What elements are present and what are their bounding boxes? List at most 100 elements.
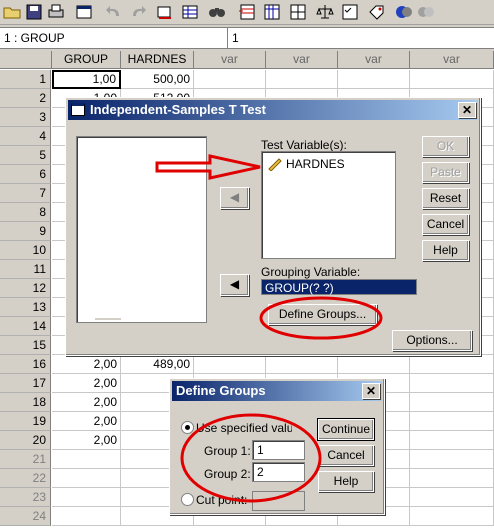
table-cell[interactable]: [410, 431, 494, 450]
grid-corner[interactable]: [0, 51, 52, 69]
table-cell[interactable]: [410, 393, 494, 412]
table-cell[interactable]: [410, 374, 494, 393]
move-grouping-variable-button[interactable]: ◀: [220, 274, 249, 296]
row-header[interactable]: 16: [0, 355, 51, 374]
paste-button[interactable]: Paste: [422, 162, 469, 183]
source-variable-list[interactable]: [76, 136, 207, 323]
row-header[interactable]: 15: [0, 336, 51, 355]
move-test-variable-button[interactable]: ◀: [220, 187, 249, 209]
column-header[interactable]: GROUP: [52, 51, 121, 69]
table-cell[interactable]: 489,00: [121, 355, 194, 374]
open-icon[interactable]: [2, 2, 22, 22]
group2-field[interactable]: 2: [252, 462, 305, 482]
table-cell[interactable]: [410, 507, 494, 526]
row-header[interactable]: 2: [0, 89, 51, 108]
insert-variable-icon[interactable]: [262, 2, 282, 22]
table-cell[interactable]: [266, 355, 338, 374]
row-header[interactable]: 24: [0, 507, 51, 526]
cancel-button[interactable]: Cancel: [422, 214, 469, 235]
table-cell[interactable]: [52, 469, 121, 488]
row-header[interactable]: 20: [0, 431, 51, 450]
select-cases-icon[interactable]: [340, 2, 360, 22]
row-header[interactable]: 8: [0, 203, 51, 222]
table-cell[interactable]: [410, 70, 494, 89]
row-header[interactable]: 23: [0, 488, 51, 507]
table-cell[interactable]: [410, 488, 494, 507]
row-header[interactable]: 17: [0, 374, 51, 393]
cancel-button[interactable]: Cancel: [318, 445, 374, 466]
row-header[interactable]: 3: [0, 108, 51, 127]
row-header[interactable]: 10: [0, 241, 51, 260]
row-header[interactable]: 21: [0, 450, 51, 469]
table-cell[interactable]: [338, 70, 410, 89]
table-cell[interactable]: [410, 412, 494, 431]
row-header[interactable]: 13: [0, 298, 51, 317]
undo-icon[interactable]: [104, 2, 124, 22]
table-cell[interactable]: 2,00: [52, 431, 121, 450]
cell-value-field[interactable]: 1: [232, 31, 239, 45]
group1-field[interactable]: 1: [252, 440, 305, 460]
help-button[interactable]: Help: [422, 240, 469, 261]
split-file-icon[interactable]: [288, 2, 308, 22]
table-cell[interactable]: [410, 450, 494, 469]
insert-cases-icon[interactable]: [237, 2, 257, 22]
table-cell[interactable]: [266, 70, 338, 89]
column-header[interactable]: HARDNES: [121, 51, 194, 69]
table-cell[interactable]: 2,00: [52, 412, 121, 431]
row-header[interactable]: 11: [0, 260, 51, 279]
row-header[interactable]: 4: [0, 127, 51, 146]
test-variable-item[interactable]: HARDNES: [268, 156, 345, 172]
test-variables-list[interactable]: HARDNES: [261, 151, 396, 259]
table-cell[interactable]: [194, 355, 266, 374]
row-header[interactable]: 9: [0, 222, 51, 241]
column-header[interactable]: var: [410, 51, 494, 69]
help-button[interactable]: Help: [318, 471, 374, 492]
cut-point-radio[interactable]: [181, 493, 194, 506]
table-cell[interactable]: [410, 355, 494, 374]
row-header[interactable]: 19: [0, 412, 51, 431]
row-header[interactable]: 18: [0, 393, 51, 412]
table-cell[interactable]: [338, 355, 410, 374]
table-cell[interactable]: 2,00: [52, 355, 121, 374]
column-header[interactable]: var: [194, 51, 266, 69]
row-header[interactable]: 1: [0, 70, 51, 89]
save-icon[interactable]: [24, 2, 44, 22]
table-cell[interactable]: 500,00: [121, 70, 194, 89]
close-icon[interactable]: ✕: [362, 383, 380, 399]
dialog-recall-icon[interactable]: [74, 2, 94, 22]
options-button[interactable]: Options...: [392, 330, 472, 351]
define-groups-button[interactable]: Define Groups...: [268, 304, 377, 325]
table-cell[interactable]: [410, 469, 494, 488]
row-header[interactable]: 14: [0, 317, 51, 336]
goto-case-icon[interactable]: [155, 2, 175, 22]
show-all-icon[interactable]: [416, 2, 436, 22]
variables-icon[interactable]: [180, 2, 200, 22]
use-sets-icon[interactable]: [394, 2, 414, 22]
row-header[interactable]: 6: [0, 165, 51, 184]
reset-button[interactable]: Reset: [422, 188, 469, 209]
ok-button[interactable]: OK: [422, 136, 469, 157]
print-icon[interactable]: [46, 2, 66, 22]
row-header[interactable]: 22: [0, 469, 51, 488]
redo-icon[interactable]: [128, 2, 148, 22]
continue-button[interactable]: Continue: [317, 418, 375, 441]
table-cell[interactable]: [52, 450, 121, 469]
table-cell[interactable]: [194, 70, 266, 89]
cut-point-field[interactable]: [252, 491, 305, 511]
row-header[interactable]: 5: [0, 146, 51, 165]
table-cell[interactable]: [52, 488, 121, 507]
row-header[interactable]: 12: [0, 279, 51, 298]
table-cell[interactable]: 2,00: [52, 374, 121, 393]
table-cell[interactable]: [52, 507, 121, 526]
column-header[interactable]: var: [266, 51, 338, 69]
use-specified-values-radio[interactable]: [181, 421, 194, 434]
table-cell[interactable]: 1,00: [52, 70, 121, 89]
row-header[interactable]: 7: [0, 184, 51, 203]
close-icon[interactable]: ✕: [458, 102, 476, 118]
value-labels-icon[interactable]: [366, 2, 386, 22]
find-icon[interactable]: [207, 2, 227, 22]
weight-cases-icon[interactable]: [315, 2, 335, 22]
column-header[interactable]: var: [338, 51, 410, 69]
grouping-variable-field[interactable]: GROUP(? ?): [261, 279, 417, 295]
table-cell[interactable]: 2,00: [52, 393, 121, 412]
